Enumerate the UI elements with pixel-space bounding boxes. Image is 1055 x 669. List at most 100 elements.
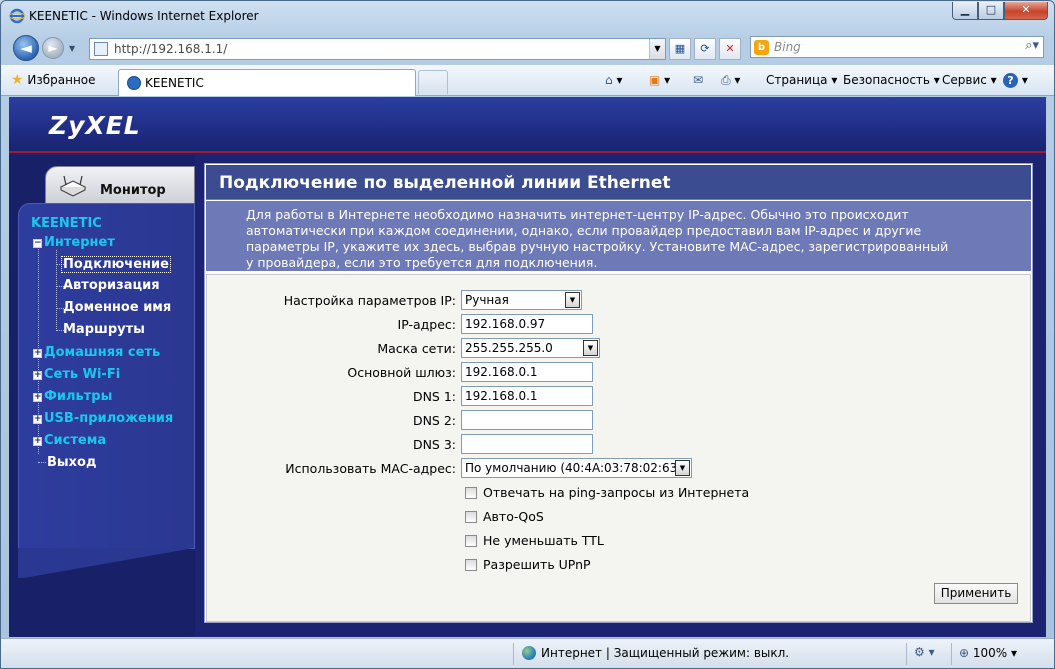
sidebar-item-system[interactable]: + Система [33,433,106,448]
subnet-mask-select[interactable]: 255.255.255.0 ▼ [461,338,600,358]
checkbox-box[interactable] [465,511,477,523]
forward-button[interactable]: ► [42,37,64,59]
sidebar-item-label: Система [44,433,107,448]
description-line: автоматически при каждом соединении, одн… [246,223,922,238]
ip-address-input[interactable] [461,314,593,334]
apply-button[interactable]: Применить [934,583,1018,604]
page-menu-label: Страница [766,73,828,87]
expand-icon[interactable]: + [33,393,42,402]
recent-pages-dropdown-icon[interactable]: ▼ [69,44,75,53]
address-input[interactable]: http://192.168.1.1/ [114,42,227,56]
refresh-button[interactable]: ⟳ [694,38,716,60]
close-button[interactable]: ✕ [1004,2,1048,20]
address-bar[interactable]: http://192.168.1.1/ ▼ [89,38,666,60]
description-line: у провайдера, если это требуется для под… [246,255,598,270]
sidebar-item-home-network[interactable]: + Домашняя сеть [33,345,160,360]
sidebar-item-domain-name[interactable]: Доменное имя [63,300,171,315]
checkbox-box[interactable] [465,535,477,547]
ip-mode-select[interactable]: Ручная ▼ [461,290,582,310]
collapse-icon[interactable]: − [33,239,42,248]
mail-button[interactable]: ✉ [693,73,703,87]
title-bar: KEENETIC - Windows Internet Explorer ▁ □… [1,1,1054,31]
sidebar-item-label: Домашняя сеть [44,345,161,360]
stop-button[interactable]: ✕ [719,38,741,60]
mac-address-label: Использовать MAC-адрес: [285,461,456,476]
help-icon: ? [1003,73,1018,88]
expand-icon[interactable]: + [33,349,42,358]
mac-address-select[interactable]: По умолчанию (40:4A:03:78:02:63) ▼ [461,458,692,478]
description-line: Для работы в Интернете необходимо назнач… [246,207,909,222]
zoom-button[interactable]: ⊕ 100% ▾ [959,646,1017,660]
sidebar-item-authorization[interactable]: Авторизация [63,278,160,293]
keep-ttl-checkbox[interactable]: Не уменьшать TTL [465,533,604,548]
new-tab-button[interactable] [418,70,448,94]
home-button[interactable]: ⌂ ▾ [605,73,622,87]
tab-keenetic[interactable]: KEENETIC [118,69,416,96]
page-menu[interactable]: Страница ▾ [766,73,837,87]
sidebar-item-label: Сеть Wi-Fi [44,367,121,382]
divider [951,643,952,665]
dns2-label: DNS 2: [412,413,456,428]
minimize-button[interactable]: ▁ [952,2,978,20]
zone-status[interactable]: Интернет | Защищенный режим: выкл. [522,646,789,660]
safety-menu-label: Безопасность [843,73,930,87]
mail-icon: ✉ [693,73,704,87]
protected-mode-icon[interactable]: ⚙ ▾ [914,645,935,659]
dns3-label: DNS 3: [412,437,456,452]
connection-form: Настройка параметров IP: Ручная ▼ IP-адр… [206,274,1031,622]
checkbox-box[interactable] [465,559,477,571]
dns3-input[interactable] [461,434,593,454]
auto-qos-checkbox[interactable]: Авто-QoS [465,509,544,524]
sidebar-item-connection[interactable]: Подключение [61,256,171,273]
sidebar-item-wifi[interactable]: + Сеть Wi-Fi [33,367,120,382]
expand-icon[interactable]: + [33,371,42,380]
router-banner: ZyXEL [9,97,1046,153]
print-button[interactable]: ⎙ ▾ [721,73,740,88]
router-icon [59,175,87,197]
back-button[interactable]: ◄ [13,35,39,61]
checkbox-label: Разрешить UPnP [483,557,591,572]
maximize-button[interactable]: □ [978,2,1004,20]
ip-address-label: IP-адрес: [397,317,456,332]
tab-label: KEENETIC [145,76,204,90]
favorites-label: Избранное [27,73,96,87]
feeds-button[interactable]: ▣ ▾ [649,73,670,87]
sidebar-item-internet[interactable]: − Интернет [33,235,115,250]
search-input[interactable]: Bing [774,40,801,54]
expand-icon[interactable]: + [33,437,42,446]
sidebar-item-routes[interactable]: Маршруты [63,322,145,337]
sidebar-item-label: Фильтры [44,389,113,404]
tools-menu-label: Сервис [942,73,987,87]
address-dropdown-icon[interactable]: ▼ [649,39,665,59]
divider [906,643,907,665]
zoom-icon: ⊕ [959,646,970,660]
home-icon: ⌂ [605,73,613,87]
dns2-input[interactable] [461,410,593,430]
help-menu[interactable]: ? ▾ [1003,73,1028,88]
checkbox-box[interactable] [465,487,477,499]
page-header: Подключение по выделенной линии Ethernet [206,165,1031,200]
dns1-input[interactable] [461,386,593,406]
sidebar-item-usb-apps[interactable]: + USB-приложения [33,411,173,426]
safety-menu[interactable]: Безопасность ▾ [843,73,940,87]
sidebar-item-exit[interactable]: Выход [47,455,96,470]
search-box[interactable]: b Bing ⌕▾ [750,36,1044,58]
ie-logo-icon [9,8,25,24]
page-icon [94,42,108,56]
sidebar-item-keenetic[interactable]: KEENETIC [31,216,102,231]
ping-reply-checkbox[interactable]: Отвечать на ping-запросы из Интернета [465,485,749,500]
upnp-checkbox[interactable]: Разрешить UPnP [465,557,591,572]
search-go-icon[interactable]: ⌕▾ [1025,38,1039,53]
sidebar-item-filters[interactable]: + Фильтры [33,389,112,404]
tools-menu[interactable]: Сервис ▾ [942,73,997,87]
gateway-input[interactable] [461,362,593,382]
checkbox-label: Авто-QoS [483,509,544,524]
favorites-button[interactable]: ★ Избранное [11,72,96,88]
zoom-level: 100% [972,646,1008,660]
content-panel: Подключение по выделенной линии Ethernet… [204,163,1033,623]
printer-icon: ⎙ [721,73,731,87]
ip-mode-label: Настройка параметров IP: [283,293,456,308]
dns1-label: DNS 1: [412,389,456,404]
compatibility-view-button[interactable]: ▦ [669,38,691,60]
expand-icon[interactable]: + [33,415,42,424]
